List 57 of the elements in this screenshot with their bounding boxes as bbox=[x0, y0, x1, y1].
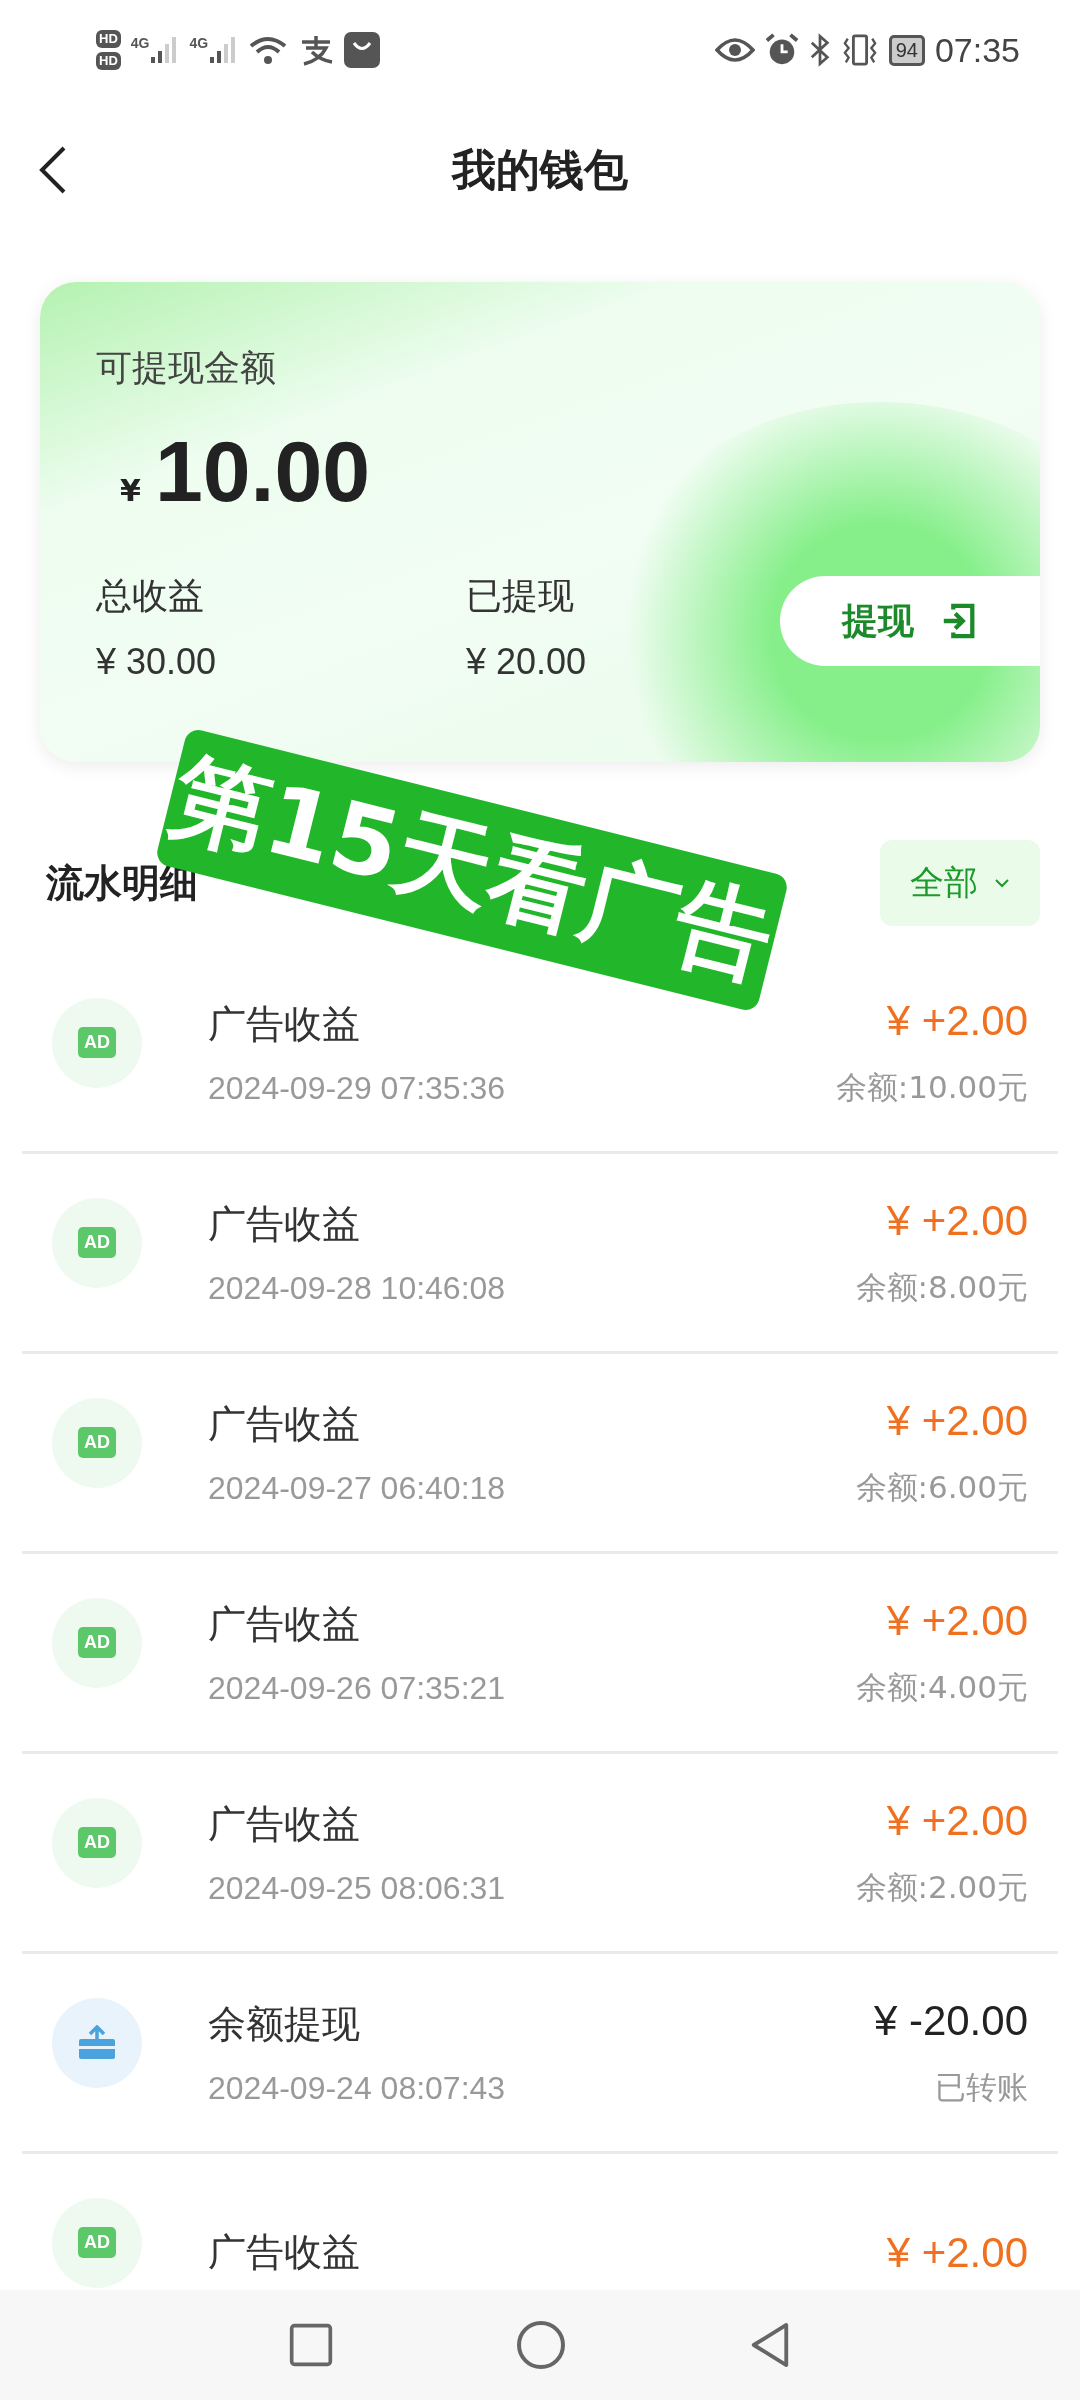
stat-value: ¥ 20.00 bbox=[466, 641, 588, 683]
transaction-title: 广告收益 bbox=[208, 1200, 361, 1248]
bluetooth-icon bbox=[808, 33, 831, 67]
withdraw-button[interactable]: 提现 bbox=[780, 576, 1040, 666]
transaction-note: 已转账 bbox=[935, 2067, 1028, 2107]
transaction-amount: ¥ +2.00 bbox=[886, 1396, 1028, 1445]
transaction-amount: ¥ +2.00 bbox=[886, 996, 1028, 1045]
filter-dropdown[interactable]: 全部 bbox=[880, 840, 1040, 926]
sim-label: HD bbox=[96, 30, 121, 48]
transaction-note: 余额:2.00元 bbox=[855, 1867, 1028, 1907]
transaction-time: 2024-09-27 06:40:18 bbox=[208, 1469, 507, 1507]
ad-icon: AD bbox=[78, 1827, 116, 1858]
network-label: 4G bbox=[130, 35, 150, 51]
transaction-note: 余额:8.00元 bbox=[855, 1267, 1028, 1307]
sim-label: HD bbox=[96, 52, 121, 70]
shopping-bag-icon bbox=[344, 32, 381, 68]
page-title: 我的钱包 bbox=[452, 142, 628, 197]
transaction-title: 广告收益 bbox=[208, 1600, 361, 1648]
stat-label: 总收益 bbox=[96, 574, 205, 618]
transaction-time: 2024-09-24 08:07:43 bbox=[208, 2069, 507, 2107]
ad-icon: AD bbox=[78, 1427, 116, 1458]
ad-icon: AD bbox=[78, 2227, 116, 2258]
balance-label: 可提现金额 bbox=[96, 346, 276, 390]
transaction-amount: ¥ +2.00 bbox=[886, 1596, 1028, 1645]
eye-icon bbox=[714, 36, 755, 64]
transaction-time: 2024-09-25 08:06:31 bbox=[208, 1869, 507, 1907]
stat-value: ¥ 30.00 bbox=[96, 641, 218, 683]
home-icon[interactable] bbox=[516, 2320, 566, 2370]
transaction-title: 广告收益 bbox=[208, 1400, 361, 1448]
transaction-title: 广告收益 bbox=[208, 1800, 361, 1848]
transaction-time: 2024-09-26 07:35:21 bbox=[208, 1669, 507, 1707]
transaction-amount: ¥ +2.00 bbox=[886, 1196, 1028, 1245]
battery-icon: 94 bbox=[888, 34, 925, 66]
ad-icon: AD bbox=[78, 1227, 116, 1258]
withdraw-icon bbox=[77, 2024, 117, 2061]
transaction-amount: ¥ +2.00 bbox=[886, 1796, 1028, 1845]
transaction-amount: ¥ +2.00 bbox=[886, 2228, 1028, 2277]
wifi-icon bbox=[248, 34, 289, 66]
currency-symbol: ¥ bbox=[120, 473, 141, 508]
caret-icon bbox=[994, 878, 1010, 888]
alarm-icon bbox=[764, 33, 799, 67]
stat-label: 已提现 bbox=[466, 574, 575, 618]
transaction-time: 2024-09-28 10:46:08 bbox=[208, 1269, 507, 1307]
transaction-title: 广告收益 bbox=[208, 2229, 361, 2276]
ad-icon: AD bbox=[78, 1627, 116, 1658]
transaction-time: 2024-09-29 07:35:36 bbox=[208, 1069, 507, 1107]
vibrate-icon bbox=[840, 33, 879, 67]
transaction-note: 余额:4.00元 bbox=[855, 1667, 1028, 1707]
balance-amount: 10.00 bbox=[154, 422, 371, 521]
recents-icon[interactable] bbox=[288, 2322, 334, 2368]
transaction-note: 余额:10.00元 bbox=[835, 1067, 1028, 1107]
transaction-title: 余额提现 bbox=[208, 2000, 361, 2048]
transaction-amount: ¥ -20.00 bbox=[873, 1996, 1028, 2045]
network-label: 4G bbox=[189, 35, 209, 51]
ad-icon: AD bbox=[78, 1027, 116, 1058]
clock-time: 07:35 bbox=[934, 30, 1020, 70]
transaction-note: 余额:6.00元 bbox=[855, 1467, 1028, 1507]
